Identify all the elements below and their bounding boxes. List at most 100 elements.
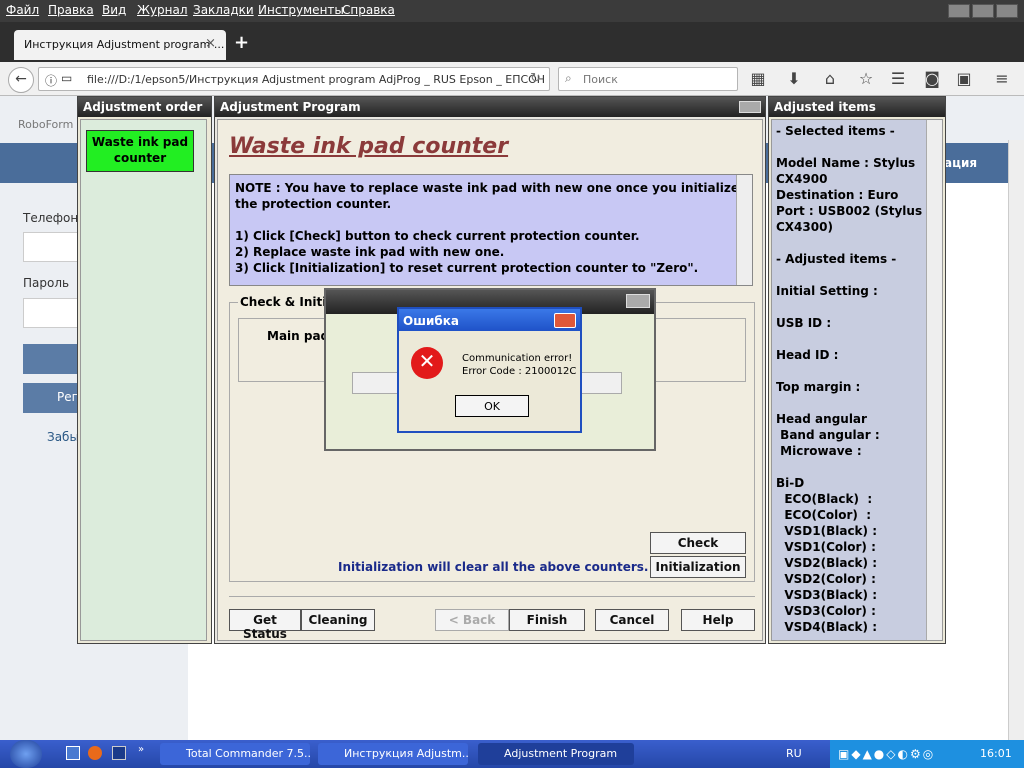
cleaning-button[interactable]: Cleaning — [301, 609, 375, 631]
adjusted-items-window: Adjusted items - Selected items - Model … — [768, 96, 946, 644]
search-input[interactable]: ⌕ Поиск — [558, 67, 738, 91]
taskbar: » Total Commander 7.5... Инструкция Adju… — [0, 740, 1024, 768]
menu-bookmarks[interactable]: Закладки — [193, 3, 254, 17]
adjusted-item-line: ECO(Black) : — [776, 492, 873, 506]
url-text: file:///D:/1/epson5/Инструкция Adjustmen… — [87, 73, 546, 86]
navigation-bar: ← ⓘ ▭ file:///D:/1/epson5/Инструкция Adj… — [0, 62, 1024, 96]
menu-history[interactable]: Журнал — [137, 3, 188, 17]
note-line: 1) Click [Check] button to check current… — [235, 229, 640, 243]
note-line: 3) Click [Initialization] to reset curre… — [235, 261, 699, 275]
addon-icon[interactable]: ▦ — [748, 69, 768, 88]
login-button[interactable] — [23, 344, 83, 374]
bookmark-star-icon[interactable]: ☆ — [856, 69, 876, 88]
adjusted-item-line: VSD2(Color) : — [776, 572, 876, 586]
help-button[interactable]: Help — [681, 609, 755, 631]
order-item-waste-ink[interactable]: Waste ink pad counter — [86, 130, 194, 172]
adjusted-item-line: ECO(Color) : — [776, 508, 872, 522]
dialog-close-button[interactable] — [554, 313, 576, 328]
overflow-icon[interactable]: » — [138, 744, 144, 755]
dialog-title: Ошибка — [399, 309, 580, 331]
register-button[interactable]: Рег — [23, 383, 83, 413]
inner-dialog-button[interactable] — [626, 294, 650, 308]
close-window-button[interactable] — [996, 4, 1018, 18]
menu-view[interactable]: Вид — [102, 3, 126, 17]
forgot-link[interactable]: Забы — [47, 430, 79, 444]
check-button[interactable]: Check — [650, 532, 746, 554]
password-field[interactable] — [23, 298, 83, 328]
adjusted-item-line — [776, 459, 942, 475]
home-icon[interactable]: ⌂ — [820, 69, 840, 88]
info-icon[interactable]: ⓘ — [45, 72, 57, 89]
ok-button[interactable]: OK — [455, 395, 529, 417]
phone-field[interactable] — [23, 232, 83, 262]
tab-title: Инструкция Adjustment program ... — [24, 38, 225, 51]
adjusted-item-line — [776, 299, 942, 315]
task-instruction[interactable]: Инструкция Adjustm... — [318, 743, 468, 765]
maximize-button[interactable] — [972, 4, 994, 18]
reading-list-icon[interactable]: ☰ — [888, 69, 908, 88]
search-icon: ⌕ — [565, 71, 572, 85]
note-box: NOTE : You have to replace waste ink pad… — [229, 174, 753, 286]
window-button[interactable] — [739, 101, 761, 113]
adjusted-item-line — [776, 267, 942, 283]
note-scrollbar[interactable] — [736, 175, 752, 285]
robo-icon[interactable]: ▣ — [954, 69, 974, 88]
download-icon[interactable]: ⬇ — [784, 69, 804, 88]
task-adjustment-program[interactable]: Adjustment Program — [478, 743, 634, 765]
back-button[interactable]: < Back — [435, 609, 509, 631]
init-note: Initialization will clear all the above … — [338, 560, 649, 574]
task-total-commander[interactable]: Total Commander 7.5... — [160, 743, 310, 765]
address-bar[interactable]: ⓘ ▭ file:///D:/1/epson5/Инструкция Adjus… — [38, 67, 550, 91]
order-title: Adjustment order — [78, 97, 211, 117]
pocket-icon[interactable]: ◙ — [922, 69, 942, 88]
note-line: NOTE : You have to replace waste ink pad… — [235, 181, 739, 195]
finish-button[interactable]: Finish — [509, 609, 585, 631]
close-tab-icon[interactable]: × — [205, 36, 216, 51]
adjusted-item-line: VSD3(Color) : — [776, 604, 876, 618]
browser-tab[interactable]: Инструкция Adjustment program ... × — [14, 30, 226, 60]
page-scrollbar[interactable] — [1008, 140, 1024, 740]
adjusted-item-line: VSD2(Black) : — [776, 556, 877, 570]
adjusted-item-line: - Adjusted items - — [776, 252, 897, 266]
back-arrow-icon[interactable]: ← — [8, 67, 34, 93]
items-scrollbar[interactable] — [926, 120, 942, 640]
hamburger-menu-icon[interactable]: ≡ — [992, 69, 1012, 88]
app-icon[interactable] — [112, 746, 126, 760]
header-link[interactable]: ация — [944, 156, 977, 170]
adjusted-item-line: Port : USB002 (Stylus — [776, 204, 923, 218]
order-list: Waste ink pad counter — [80, 119, 207, 641]
error-icon: ✕ — [411, 347, 443, 379]
menu-file[interactable]: Файл — [6, 3, 39, 17]
error-dialog: Ошибка ✕ Communication error! Error Code… — [397, 307, 582, 433]
menu-edit[interactable]: Правка — [48, 3, 94, 17]
system-tray: ▣◆▲●◇◐⚙◎ 16:01 — [830, 740, 1024, 768]
error-message: Communication error! — [462, 353, 573, 364]
get-status-button[interactable]: Get Status — [229, 609, 301, 641]
adjusted-item-line: Bi-D — [776, 476, 805, 490]
page-heading: Waste ink pad counter — [229, 134, 509, 159]
initialization-button[interactable]: Initialization — [650, 556, 746, 578]
desktop-icon[interactable] — [66, 746, 80, 760]
adjusted-item-line — [776, 331, 942, 347]
language-indicator[interactable]: RU — [786, 747, 802, 760]
phone-label: Телефон — [23, 211, 79, 225]
menu-help[interactable]: Справка — [342, 3, 395, 17]
new-tab-button[interactable]: + — [234, 32, 249, 53]
clock: 16:01 — [980, 747, 1012, 760]
adjusted-item-line: Top margin : — [776, 380, 861, 394]
adjustment-order-window: Adjustment order Waste ink pad counter — [77, 96, 212, 644]
roboform-toolbar: RoboForm — [0, 118, 73, 131]
cancel-button[interactable]: Cancel — [595, 609, 669, 631]
minimize-button[interactable] — [948, 4, 970, 18]
tray-icons[interactable]: ▣◆▲●◇◐⚙◎ — [838, 747, 935, 761]
note-line: 2) Replace waste ink pad with new one. — [235, 245, 505, 259]
menu-tools[interactable]: Инструменты — [258, 3, 344, 17]
adjusted-item-line: CX4900 — [776, 172, 828, 186]
firefox-icon[interactable] — [88, 746, 102, 760]
note-line: the protection counter. — [235, 197, 392, 211]
menu-bar: Файл Правка Вид Журнал Закладки Инструме… — [0, 0, 1024, 22]
note-line — [235, 212, 752, 228]
reload-icon[interactable]: ↻ — [530, 71, 541, 86]
start-button[interactable] — [10, 740, 42, 768]
password-label: Пароль — [23, 276, 70, 290]
